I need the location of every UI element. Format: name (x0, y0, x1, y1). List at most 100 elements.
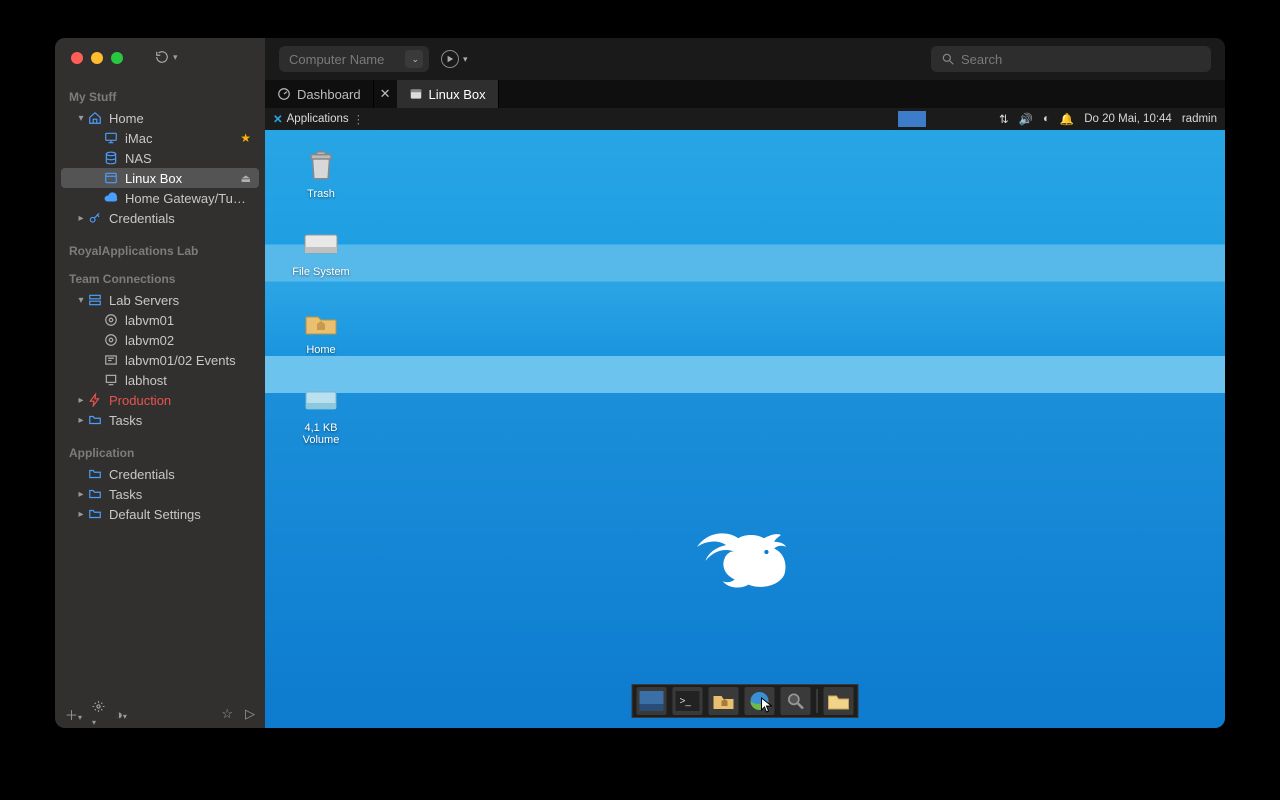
sidebar-item-linuxbox[interactable]: Linux Box ⏏ (61, 168, 259, 188)
folder-icon (87, 506, 103, 522)
desktop-icon-size: 4,1 KB (304, 422, 337, 434)
navigate-button[interactable]: ◑▾ (115, 707, 127, 722)
remote-top-panel[interactable]: ✕ Applications ⋮ ⇅ 🔊 ◐ 🔔 Do 20 Mai, 10:4… (265, 108, 1225, 130)
sidebar-item-label: Tasks (109, 413, 253, 428)
sidebar-item-labservers[interactable]: ▾ Lab Servers (61, 290, 259, 310)
user-label[interactable]: radmin (1182, 113, 1217, 125)
tab-dashboard[interactable]: Dashboard (265, 80, 374, 108)
power-icon[interactable]: ◐ (1043, 113, 1050, 125)
chevron-right-icon: ▸ (75, 415, 87, 426)
desktop-icon-filesystem[interactable]: File System (285, 226, 357, 278)
clock[interactable]: Do 20 Mai, 10:44 (1084, 113, 1172, 125)
sidebar-item-labvm-events[interactable]: labvm01/02 Events (61, 350, 259, 370)
monitor-icon (103, 130, 119, 146)
sidebar-item-label: labvm02 (125, 333, 253, 348)
network-icon[interactable]: ⇅ (999, 112, 1009, 126)
sidebar-item-labvm02[interactable]: labvm02 (61, 330, 259, 350)
desktop-icon-volume[interactable]: 4,1 KB Volume (285, 382, 357, 446)
sidebar-item-app-tasks[interactable]: ▸ Tasks (61, 484, 259, 504)
sidebar-item-nas[interactable]: NAS (61, 148, 259, 168)
xfce-mouse-logo (685, 518, 805, 598)
chevron-down-icon: ▾ (75, 113, 87, 124)
sidebar-item-label: Lab Servers (109, 293, 253, 308)
sidebar-item-credentials[interactable]: ▸ Credentials (61, 208, 259, 228)
dock-directory[interactable] (824, 687, 854, 715)
system-tray: ⇅ 🔊 ◐ 🔔 Do 20 Mai, 10:44 radmin (999, 112, 1217, 126)
desktop-icon-label: Home (306, 344, 335, 356)
tab-strip: Dashboard ✕ Linux Box (265, 80, 1225, 108)
events-icon (103, 352, 119, 368)
zoom-window-button[interactable] (111, 52, 123, 64)
chevron-updown-icon: ⌄ (411, 54, 419, 65)
sidebar-item-label: labhost (125, 373, 253, 388)
sidebar-item-production[interactable]: ▸ Production (61, 390, 259, 410)
sidebar-item-label: Default Settings (109, 507, 253, 522)
sidebar-item-label: NAS (125, 151, 253, 166)
refresh-icon (155, 50, 169, 64)
search-placeholder: Search (961, 52, 1002, 67)
add-button[interactable]: ＋▾ (65, 705, 82, 724)
chevron-right-icon: ▸ (75, 213, 87, 224)
sidebar-item-label: Linux Box (125, 171, 253, 186)
favorite-button[interactable]: ☆ (221, 706, 233, 722)
sidebar-item-gateway[interactable]: Home Gateway/Tunnel (61, 188, 259, 208)
dock-web-browser[interactable] (745, 687, 775, 715)
dock-terminal[interactable]: >_ (673, 687, 703, 715)
sidebar-item-home[interactable]: ▾ Home (61, 108, 259, 128)
sidebar: ▾ My Stuff ▾ Home iMac ★ NAS (55, 38, 265, 728)
connect-dropdown[interactable]: ▾ (441, 50, 468, 68)
cursor-icon (761, 697, 773, 713)
tab-label: Linux Box (429, 87, 486, 102)
desktop-icon-home[interactable]: Home (285, 304, 357, 356)
sidebar-item-label: Home Gateway/Tunnel (125, 191, 253, 206)
section-my-stuff: My Stuff (55, 80, 265, 108)
section-lab: RoyalApplications Lab (55, 234, 265, 262)
dashboard-icon (277, 87, 291, 101)
taskbar-active-window[interactable] (898, 111, 926, 127)
search-icon (941, 52, 955, 66)
sidebar-item-app-credentials[interactable]: Credentials (61, 464, 259, 484)
sidebar-item-label: iMac (125, 131, 253, 146)
servers-icon (87, 292, 103, 308)
chevron-right-icon: ▸ (75, 489, 87, 500)
sidebar-item-imac[interactable]: iMac ★ (61, 128, 259, 148)
notifications-icon[interactable]: 🔔 (1060, 112, 1074, 126)
tab-label: Dashboard (297, 87, 361, 102)
dock-show-desktop[interactable] (637, 687, 667, 715)
folder-icon (87, 466, 103, 482)
applications-menu[interactable]: ✕ Applications ⋮ (273, 112, 364, 126)
remote-session-viewport[interactable]: ✕ Applications ⋮ ⇅ 🔊 ◐ 🔔 Do 20 Mai, 10:4… (265, 108, 1225, 728)
sidebar-item-label: Tasks (109, 487, 253, 502)
settings-button[interactable]: ▾ (92, 700, 105, 728)
close-window-button[interactable] (71, 52, 83, 64)
dock-appfinder[interactable] (781, 687, 811, 715)
remote-desktop-background (265, 108, 1225, 728)
eject-icon[interactable]: ⏏ (241, 172, 251, 185)
volume-icon[interactable]: 🔊 (1019, 112, 1033, 126)
xfce-logo-icon: ✕ (273, 112, 283, 126)
cloud-icon (103, 190, 119, 206)
play-button[interactable]: ▷ (245, 706, 255, 722)
combo-placeholder: Computer Name (289, 52, 384, 67)
desktop-icon-label: File System (292, 266, 349, 278)
chevron-right-icon: ▸ (75, 395, 87, 406)
sidebar-item-label: Credentials (109, 467, 253, 482)
sidebar-item-labhost[interactable]: labhost (61, 370, 259, 390)
reload-dropdown[interactable]: ▾ (155, 50, 178, 64)
remote-desktop-icons: Trash File System Home 4,1 KB Volume (285, 148, 357, 446)
star-icon: ★ (240, 131, 251, 145)
search-field[interactable]: Search (931, 46, 1211, 72)
play-circle-icon (441, 50, 459, 68)
computer-name-combo[interactable]: Computer Name ⌄ (279, 46, 429, 72)
sidebar-item-tasks[interactable]: ▸ Tasks (61, 410, 259, 430)
desktop-icon-trash[interactable]: Trash (285, 148, 357, 200)
key-icon (87, 210, 103, 226)
desktop-icon-label: Volume (303, 434, 340, 446)
tab-close[interactable]: ✕ (374, 80, 397, 108)
main-area: Computer Name ⌄ ▾ Search Dashboard ✕ Lin… (265, 38, 1225, 728)
minimize-window-button[interactable] (91, 52, 103, 64)
dock-file-manager[interactable] (709, 687, 739, 715)
tab-linuxbox[interactable]: Linux Box (397, 80, 499, 108)
sidebar-item-labvm01[interactable]: labvm01 (61, 310, 259, 330)
sidebar-item-default-settings[interactable]: ▸ Default Settings (61, 504, 259, 524)
